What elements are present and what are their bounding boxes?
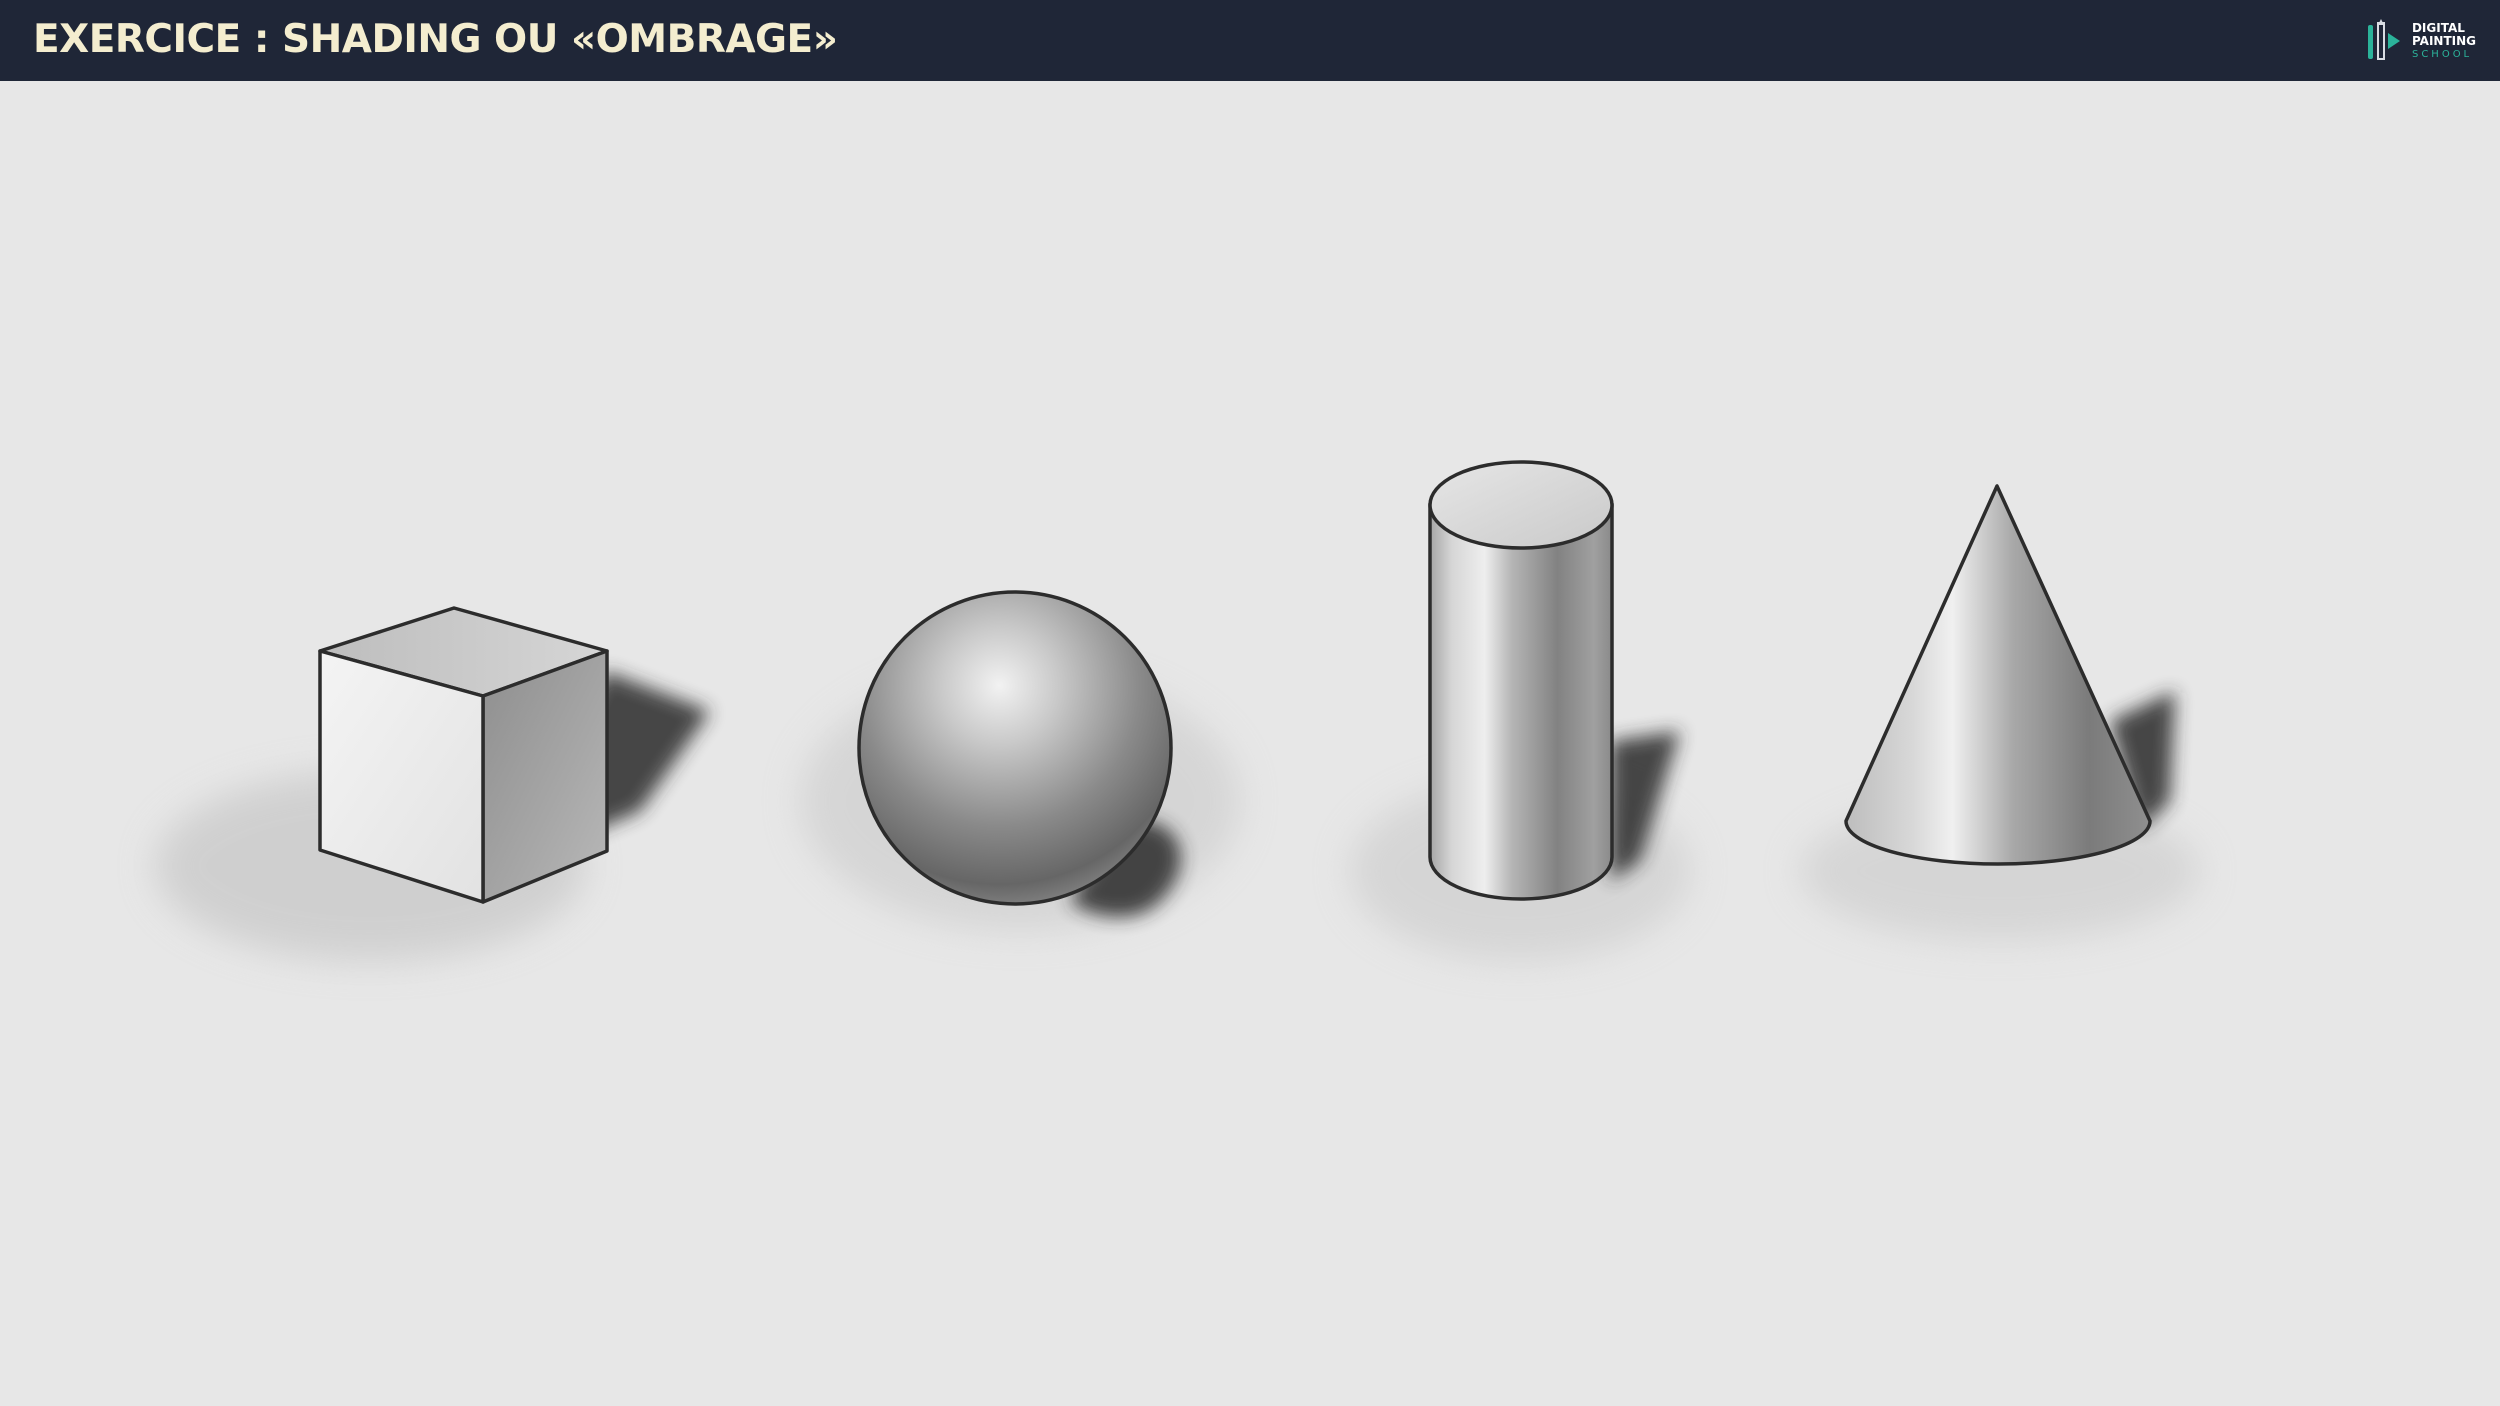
logo-line-school: SCHOOL (2411, 48, 2473, 60)
sphere-shape (800, 590, 1240, 931)
cylinder-body (1428, 503, 1614, 901)
cylinder-top (1428, 460, 1614, 550)
sphere-body (857, 590, 1173, 906)
shapes-illustration (155, 460, 2200, 961)
drawing-canvas (0, 81, 2500, 1406)
cone-shape (1800, 484, 2200, 941)
brush-logo-icon (2367, 19, 2400, 60)
logo-line-painting: PAINTING (2411, 33, 2476, 48)
cylinder-shape (1350, 460, 1690, 961)
cone-body (1844, 484, 2152, 866)
digital-painting-school-logo: DIGITAL PAINTING SCHOOL (2366, 18, 2476, 64)
cube-right-face (481, 649, 609, 904)
logo-line-digital: DIGITAL (2411, 20, 2465, 35)
header-bar: EXERCICE : SHADING OU «OMBRAGE» DIGITAL … (0, 0, 2500, 81)
cube-shape (155, 606, 710, 961)
logo-wordmark: DIGITAL PAINTING SCHOOL (2411, 20, 2476, 61)
page-title: EXERCICE : SHADING OU «OMBRAGE» (33, 17, 838, 62)
